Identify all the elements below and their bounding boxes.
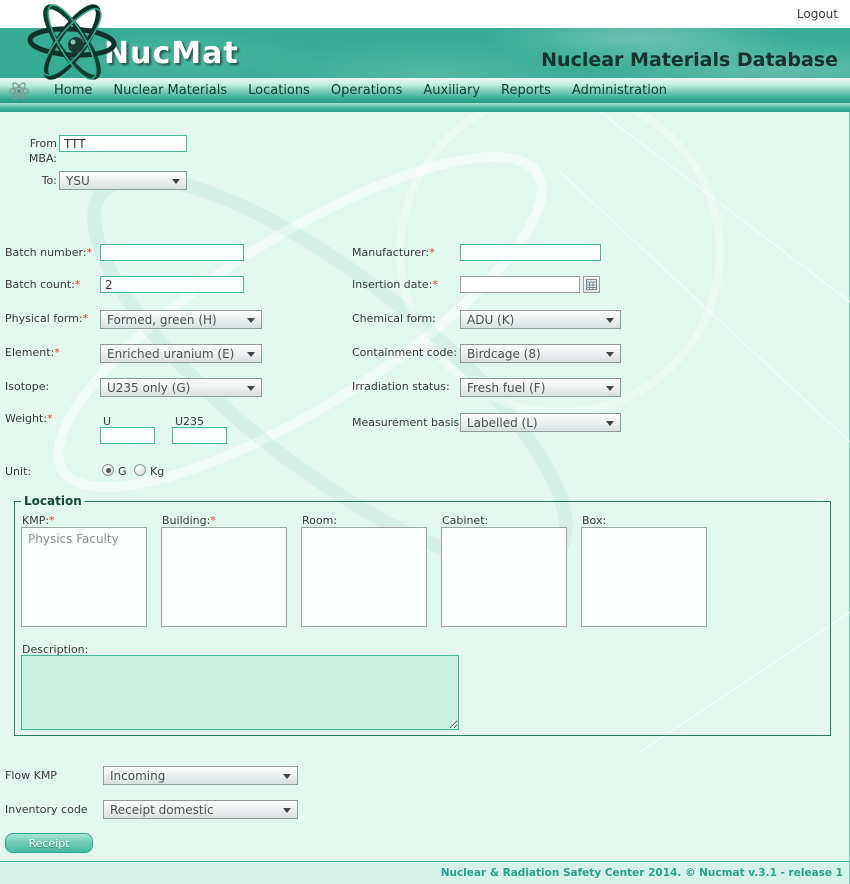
nucmat-page: Logout NucMat Nuclear Materials Database… (0, 0, 850, 884)
location-legend: Location (21, 494, 85, 508)
insertion-date-label: Insertion date:* (352, 278, 438, 291)
weight-u-input[interactable] (100, 427, 155, 444)
top-bar: Logout (0, 0, 850, 28)
logout-link[interactable]: Logout (797, 7, 838, 21)
from-mba-label: From MBA: (10, 136, 57, 166)
chevron-down-icon (606, 386, 614, 391)
nav-substrip (0, 103, 850, 112)
chevron-down-icon (606, 352, 614, 357)
physical-form-label: Physical form:* (5, 312, 88, 325)
isotope-label: Isotope: (5, 380, 49, 393)
unit-label: Unit: (5, 465, 31, 478)
unit-kg-option-label: Kg (150, 465, 164, 478)
to-select[interactable]: YSU (59, 171, 187, 190)
irradiation-status-label: Irradiation status: (352, 380, 450, 393)
kmp-listbox[interactable]: Physics Faculty (21, 527, 147, 627)
required-marker: * (83, 312, 89, 325)
physical-form-select[interactable]: Formed, green (H) (100, 310, 262, 329)
required-marker: * (87, 246, 93, 259)
nav-item-operations[interactable]: Operations (331, 83, 402, 98)
manufacturer-label: Manufacturer:* (352, 246, 435, 259)
box-listbox[interactable] (581, 527, 707, 627)
manufacturer-input[interactable] (460, 244, 601, 261)
background-watermark (0, 112, 850, 861)
weight-label: Weight:* (5, 412, 53, 425)
element-select[interactable]: Enriched uranium (E) (100, 344, 262, 363)
chevron-down-icon (283, 774, 291, 779)
chemical-form-label: Chemical form: (352, 312, 436, 325)
chevron-down-icon (283, 808, 291, 813)
atom-nav-icon (8, 80, 30, 102)
required-marker: * (54, 346, 60, 359)
footer-bar: Nuclear & Radiation Safety Center 2014. … (0, 861, 850, 884)
chevron-down-icon (172, 179, 180, 184)
weight-u235-input[interactable] (172, 427, 227, 444)
app-subtitle: Nuclear Materials Database (541, 49, 838, 71)
form-content: From MBA: To: YSU Batch number:* Manufac… (0, 112, 850, 861)
batch-count-input[interactable] (100, 276, 244, 293)
unit-g-radio[interactable] (102, 464, 114, 476)
required-marker: * (47, 412, 53, 425)
inventory-code-label: Inventory code (5, 803, 88, 816)
nav-item-nuclear-materials[interactable]: Nuclear Materials (113, 83, 227, 98)
app-title: NucMat (104, 36, 239, 71)
required-marker: * (75, 278, 81, 291)
batch-number-label: Batch number:* (5, 246, 92, 259)
required-marker: * (49, 514, 55, 527)
chemical-form-select[interactable]: ADU (K) (460, 310, 621, 329)
batch-number-input[interactable] (100, 244, 244, 261)
nav-item-reports[interactable]: Reports (501, 83, 551, 98)
building-listbox[interactable] (161, 527, 287, 627)
nav-item-home[interactable]: Home (54, 83, 92, 98)
measurement-basis-label: Measurement basis: (352, 416, 463, 429)
kmp-option[interactable]: Physics Faculty (22, 528, 146, 546)
required-marker: * (432, 278, 438, 291)
batch-count-label: Batch count:* (5, 278, 80, 291)
measurement-basis-select[interactable]: Labelled (L) (460, 413, 621, 432)
chevron-down-icon (247, 352, 255, 357)
required-marker: * (210, 514, 216, 527)
building-label: Building:* (162, 514, 216, 527)
cabinet-listbox[interactable] (441, 527, 567, 627)
nav-item-auxiliary[interactable]: Auxiliary (423, 83, 480, 98)
unit-kg-radio[interactable] (134, 464, 146, 476)
isotope-select[interactable]: U235 only (G) (100, 378, 262, 397)
chevron-down-icon (247, 318, 255, 323)
main-nav: Home Nuclear Materials Locations Operati… (0, 78, 850, 103)
room-listbox[interactable] (301, 527, 427, 627)
chevron-down-icon (606, 318, 614, 323)
description-textarea[interactable] (21, 655, 459, 730)
element-label: Element:* (5, 346, 60, 359)
chevron-down-icon (606, 421, 614, 426)
atom-logo-icon (18, 0, 123, 80)
containment-code-select[interactable]: Birdcage (8) (460, 344, 621, 363)
inventory-code-select[interactable]: Receipt domestic (103, 800, 298, 819)
irradiation-status-select[interactable]: Fresh fuel (F) (460, 378, 621, 397)
cabinet-label: Cabinet: (442, 514, 488, 527)
footer-text: Nuclear & Radiation Safety Center 2014. … (441, 867, 843, 879)
from-mba-input[interactable] (59, 135, 187, 152)
containment-code-label: Containment code: (352, 346, 457, 359)
receipt-button[interactable]: Receipt (5, 833, 93, 853)
chevron-down-icon (247, 386, 255, 391)
calendar-button[interactable] (583, 276, 600, 293)
required-marker: * (429, 246, 435, 259)
unit-g-option-label: G (118, 465, 127, 478)
nav-item-administration[interactable]: Administration (572, 83, 667, 98)
flow-kmp-label: Flow KMP (5, 769, 57, 782)
to-label: To: (10, 174, 57, 187)
room-label: Room: (302, 514, 337, 527)
insertion-date-input[interactable] (460, 276, 580, 293)
box-label: Box: (582, 514, 606, 527)
calendar-icon (586, 279, 597, 290)
kmp-label: KMP:* (22, 514, 55, 527)
nav-item-locations[interactable]: Locations (248, 83, 310, 98)
flow-kmp-select[interactable]: Incoming (103, 766, 298, 785)
